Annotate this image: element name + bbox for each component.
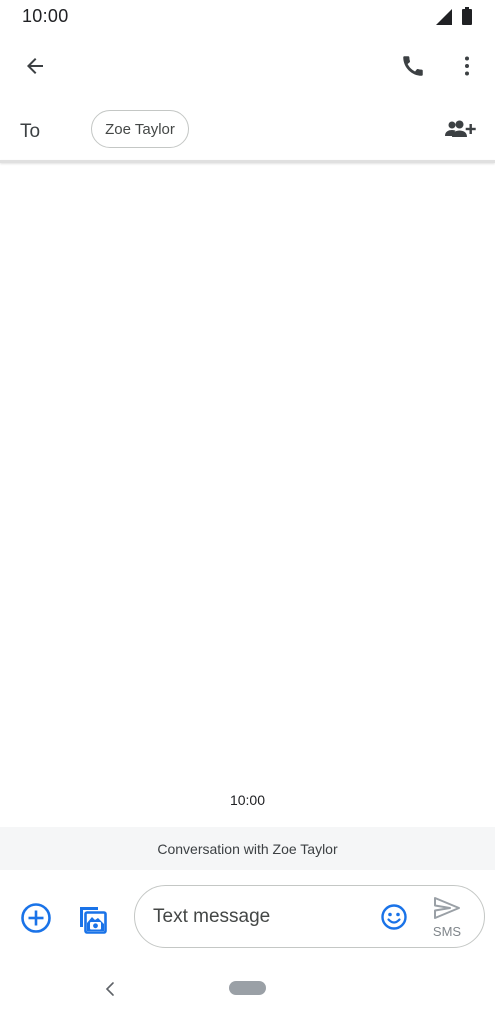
conversation-banner-text: Conversation with Zoe Taylor xyxy=(157,840,338,857)
add-circle-icon xyxy=(21,903,51,933)
back-arrow-icon xyxy=(27,58,43,74)
gallery-button[interactable] xyxy=(72,898,112,938)
conversation-banner: Conversation with Zoe Taylor xyxy=(0,827,495,870)
compose-field[interactable]: SMS xyxy=(134,885,485,948)
message-input[interactable] xyxy=(153,902,363,932)
nav-back-button[interactable] xyxy=(97,976,123,1002)
home-pill-icon[interactable] xyxy=(229,981,266,995)
recipient-row: To Zoe Taylor xyxy=(0,100,495,160)
recipient-divider xyxy=(0,160,495,163)
message-timestamp: 10:00 xyxy=(229,792,266,808)
phone-icon xyxy=(403,56,423,76)
compose-bar: SMS xyxy=(0,870,495,960)
gallery-icon xyxy=(80,907,107,934)
message-list xyxy=(0,164,495,826)
more-vert-icon xyxy=(465,56,469,76)
emoji-icon xyxy=(381,904,407,930)
attach-button[interactable] xyxy=(16,898,56,938)
add-person-icon xyxy=(445,120,476,137)
to-label: To xyxy=(20,121,41,142)
signal-icon xyxy=(436,9,452,25)
send-button[interactable]: SMS xyxy=(427,892,467,942)
more-options-button[interactable] xyxy=(447,46,487,86)
back-button[interactable] xyxy=(15,46,55,86)
emoji-button[interactable] xyxy=(375,898,413,936)
call-button[interactable] xyxy=(393,46,433,86)
send-mode-label: SMS xyxy=(432,924,462,939)
app-bar xyxy=(0,34,495,98)
battery-icon xyxy=(462,7,472,25)
messages-screen: 10:00 To Zoe Taylor 10:00 Conversation w… xyxy=(0,0,495,1018)
add-recipient-button[interactable] xyxy=(438,110,482,150)
status-time: 10:00 xyxy=(22,6,69,26)
recipient-chip-label: Zoe Taylor xyxy=(105,120,175,138)
send-icon xyxy=(434,897,460,919)
system-nav-bar xyxy=(0,962,495,1018)
status-bar: 10:00 xyxy=(0,0,495,34)
recipient-chip[interactable]: Zoe Taylor xyxy=(91,110,189,148)
nav-back-icon xyxy=(105,982,114,996)
